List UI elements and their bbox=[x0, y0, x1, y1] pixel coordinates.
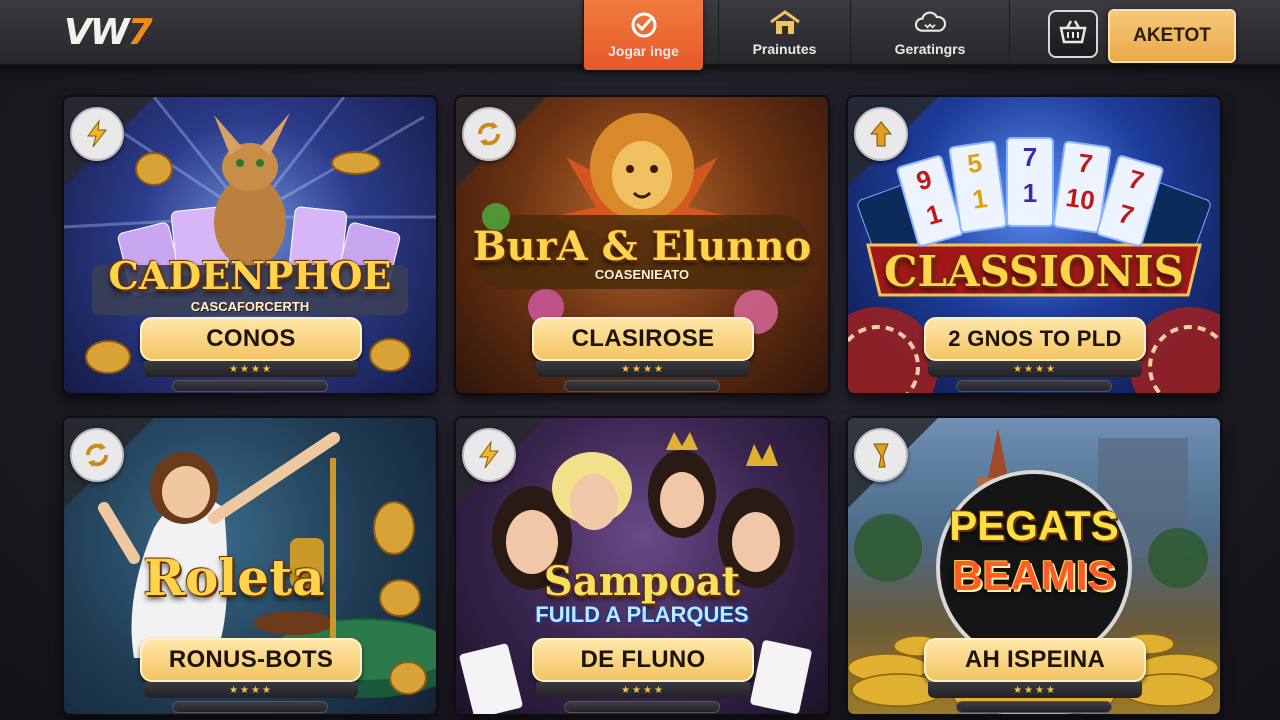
game-label[interactable]: CLASIROSE bbox=[532, 317, 754, 361]
rating-stars: ★★★★ bbox=[536, 682, 750, 698]
game-label[interactable]: RONUS-BOTS bbox=[140, 638, 362, 682]
aketot-button[interactable]: AKETOT bbox=[1108, 9, 1236, 63]
tab-label: Geratingrs bbox=[894, 41, 966, 57]
card-number: 10 bbox=[1063, 182, 1097, 217]
card-number: 5 bbox=[965, 147, 984, 180]
progress-bar bbox=[564, 380, 720, 392]
game-title-art: CADENPHOE bbox=[108, 253, 392, 298]
logo-text: VW bbox=[64, 12, 130, 53]
game-label[interactable]: 2 GNOS TO PLD bbox=[924, 317, 1146, 361]
tab-jogar[interactable]: Jogar inge bbox=[583, 0, 703, 70]
game-card-4[interactable]: Roleta RONUS-BOTS ★★★★ bbox=[64, 418, 436, 714]
game-title-art: Roleta bbox=[143, 548, 325, 607]
tab-label: Prainutes bbox=[752, 41, 817, 57]
game-subtitle-art: COASENIEATO bbox=[594, 267, 690, 282]
game-card-5[interactable]: Sampoat FUILD A PLARQUES DE FLUNO ★★★★ bbox=[456, 418, 828, 714]
rating-stars: ★★★★ bbox=[144, 682, 358, 698]
game-title-art: PEGATS bbox=[949, 502, 1119, 549]
game-card-2[interactable]: BurA & Elunno COASENIEATO CLASIROSE ★★★★ bbox=[456, 97, 828, 393]
progress-bar bbox=[956, 701, 1112, 713]
rating-stars: ★★★★ bbox=[928, 361, 1142, 377]
game-title-art: CLASSIONIS bbox=[884, 247, 1184, 296]
lightning-icon bbox=[70, 107, 124, 161]
refresh-icon bbox=[462, 107, 516, 161]
progress-bar bbox=[172, 380, 328, 392]
top-navigation-bar: VW7 Jogar inge Prainutes Geratingrs AKET… bbox=[0, 0, 1280, 70]
tab-prainutes[interactable]: Prainutes bbox=[718, 0, 850, 66]
basket-icon bbox=[1058, 19, 1088, 50]
tab-label: Jogar inge bbox=[608, 43, 679, 59]
game-title-art: BurA & Elunno bbox=[472, 223, 812, 270]
game-card-1[interactable]: CADENPHOE CASCAFORCERTH CONOS ★★★★ bbox=[64, 97, 436, 393]
game-card-3[interactable]: 91 51 71 7 10 77 CLASSIONIS 2 GNOS TO PLD… bbox=[848, 97, 1220, 393]
card-number: 1 bbox=[1022, 178, 1038, 209]
logo-accent: 7 bbox=[127, 12, 153, 53]
game-subtitle-art: BEAMIS bbox=[952, 552, 1116, 599]
rating-stars: ★★★★ bbox=[144, 361, 358, 377]
game-label[interactable]: CONOS bbox=[140, 317, 362, 361]
card-number: 7 bbox=[1076, 147, 1095, 180]
cloud-icon bbox=[913, 9, 947, 37]
card-number: 1 bbox=[970, 183, 989, 216]
game-label[interactable]: DE FLUNO bbox=[532, 638, 754, 682]
progress-bar bbox=[172, 701, 328, 713]
rating-stars: ★★★★ bbox=[928, 682, 1142, 698]
pointer-icon bbox=[854, 428, 908, 482]
rating-stars: ★★★★ bbox=[536, 361, 750, 377]
game-subtitle-art: CASCAFORCERTH bbox=[190, 299, 310, 314]
refresh-icon bbox=[70, 428, 124, 482]
game-label[interactable]: AH ISPEINA bbox=[924, 638, 1146, 682]
card-number: 7 bbox=[1022, 142, 1038, 172]
tab-geratingrs[interactable]: Geratingrs bbox=[850, 0, 1010, 66]
game-title-art: Sampoat bbox=[543, 558, 741, 605]
progress-bar bbox=[956, 380, 1112, 392]
house-icon bbox=[768, 9, 802, 37]
check-badge-icon bbox=[627, 11, 661, 39]
game-card-6[interactable]: PEGATS BEAMIS AH ISPEINA ★★★★ bbox=[848, 418, 1220, 714]
playing-cards: 91 51 71 7 10 77 bbox=[895, 137, 1165, 248]
progress-bar bbox=[564, 701, 720, 713]
brand-logo[interactable]: VW7 bbox=[64, 12, 153, 53]
arrow-up-icon bbox=[854, 107, 908, 161]
lightning-icon bbox=[462, 428, 516, 482]
basket-button[interactable] bbox=[1048, 10, 1098, 58]
playing-card: 71 bbox=[1006, 137, 1054, 227]
game-subtitle-art: FUILD A PLARQUES bbox=[535, 602, 749, 627]
